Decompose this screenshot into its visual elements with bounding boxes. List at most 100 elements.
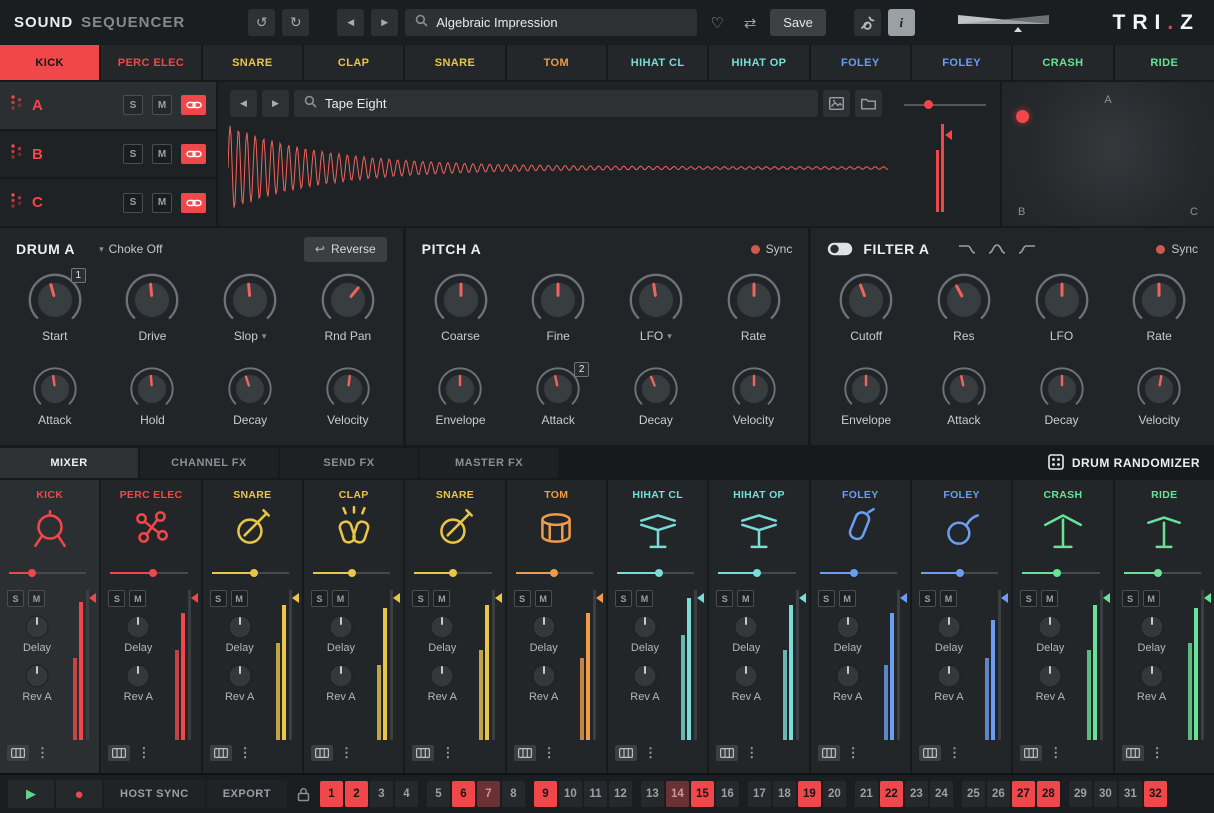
channel-menu-button[interactable]: ⋮ [1049, 745, 1062, 761]
keyboard-button[interactable] [514, 745, 536, 761]
slider-handle[interactable] [449, 569, 457, 577]
knob-drum-a-velocity[interactable]: Velocity [325, 366, 371, 444]
mute-button[interactable]: M [1041, 590, 1058, 607]
reverb-send-knob[interactable] [429, 663, 455, 689]
reverb-send-knob[interactable] [835, 663, 861, 689]
knob-filter-a-lfo[interactable]: LFO [1034, 272, 1090, 366]
lowpass-filter-icon[interactable] [958, 242, 976, 256]
channel-menu-button[interactable]: ⋮ [137, 745, 150, 761]
solo-button[interactable]: S [108, 590, 125, 607]
crossfade-slider[interactable] [956, 12, 1051, 34]
layer-row-b[interactable]: BSM [0, 131, 216, 178]
channel-menu-button[interactable]: ⋮ [543, 745, 556, 761]
delay-send-knob[interactable] [632, 614, 658, 640]
solo-button[interactable]: S [514, 590, 531, 607]
channel-volume-slider[interactable] [9, 568, 86, 577]
solo-button[interactable]: S [919, 590, 936, 607]
mute-button[interactable]: M [433, 590, 450, 607]
mute-button[interactable]: M [332, 590, 349, 607]
knob-drum-a-slop[interactable]: Slop▾ [222, 272, 278, 366]
record-button[interactable]: ● [56, 780, 102, 808]
solo-button[interactable]: S [7, 590, 24, 607]
step-9[interactable]: 9 [534, 781, 557, 807]
knob-filter-a-decay[interactable]: Decay [1039, 366, 1085, 444]
step-16[interactable]: 16 [716, 781, 739, 807]
delay-send-knob[interactable] [835, 614, 861, 640]
highpass-filter-icon[interactable] [1018, 242, 1036, 256]
knob-pitch-a-envelope[interactable]: Envelope [435, 366, 485, 444]
reverb-send-knob[interactable] [1037, 663, 1063, 689]
channel-volume-slider[interactable] [313, 568, 390, 577]
keyboard-button[interactable] [1122, 745, 1144, 761]
xy-morph-pad[interactable]: A B C [1002, 82, 1214, 226]
solo-button[interactable]: S [615, 590, 632, 607]
keyboard-button[interactable] [7, 745, 29, 761]
channel-volume-slider[interactable] [617, 568, 694, 577]
host-sync-button[interactable]: HOST SYNC [104, 780, 205, 808]
pad-tab-clap-4[interactable]: CLAP [304, 45, 403, 80]
knob-drum-a-drive[interactable]: Drive [124, 272, 180, 366]
pad-tab-hihat-cl-7[interactable]: HIHAT CL [608, 45, 707, 80]
slider-handle[interactable] [1053, 569, 1061, 577]
pad-tab-kick-1[interactable]: KICK [0, 45, 99, 80]
layer-row-c[interactable]: CSM [0, 179, 216, 226]
layer-mute-button[interactable]: M [152, 95, 172, 115]
layer-solo-button[interactable]: S [123, 95, 143, 115]
step-1[interactable]: 1 [320, 781, 343, 807]
level-marker[interactable] [945, 130, 952, 140]
step-27[interactable]: 27 [1012, 781, 1035, 807]
solo-button[interactable]: S [1122, 590, 1139, 607]
pan-marker[interactable] [596, 593, 603, 603]
layer-mute-button[interactable]: M [152, 193, 172, 213]
mute-button[interactable]: M [535, 590, 552, 607]
delay-send-knob[interactable] [227, 614, 253, 640]
knob-pitch-a-velocity[interactable]: Velocity [731, 366, 777, 444]
channel-menu-button[interactable]: ⋮ [644, 745, 657, 761]
pan-marker[interactable] [1103, 593, 1110, 603]
pad-tab-hihat-op-8[interactable]: HIHAT OP [709, 45, 808, 80]
step-23[interactable]: 23 [905, 781, 928, 807]
step-18[interactable]: 18 [773, 781, 796, 807]
step-6[interactable]: 6 [452, 781, 475, 807]
reverb-send-knob[interactable] [125, 663, 151, 689]
slider-handle[interactable] [149, 569, 157, 577]
knob-drum-a-hold[interactable]: Hold [129, 366, 175, 444]
delay-send-knob[interactable] [24, 614, 50, 640]
step-12[interactable]: 12 [609, 781, 632, 807]
fx-tab-send-fx[interactable]: SEND FX [280, 448, 418, 478]
pan-marker[interactable] [900, 593, 907, 603]
delay-send-knob[interactable] [936, 614, 962, 640]
pan-marker[interactable] [292, 593, 299, 603]
delay-send-knob[interactable] [531, 614, 557, 640]
pad-tab-tom-6[interactable]: TOM [507, 45, 606, 80]
knob-filter-a-attack[interactable]: Attack [941, 366, 987, 444]
solo-button[interactable]: S [412, 590, 429, 607]
step-7[interactable]: 7 [477, 781, 500, 807]
xy-cursor[interactable] [1016, 110, 1029, 123]
bandpass-filter-icon[interactable] [988, 242, 1006, 256]
step-13[interactable]: 13 [641, 781, 664, 807]
channel-volume-slider[interactable] [1124, 568, 1201, 577]
solo-button[interactable]: S [716, 590, 733, 607]
favorite-heart-button[interactable]: ♡ [704, 9, 730, 36]
mute-button[interactable]: M [28, 590, 45, 607]
slider-handle[interactable] [28, 569, 36, 577]
knob-drum-a-decay[interactable]: Decay [227, 366, 273, 444]
knob-pitch-a-decay[interactable]: Decay [633, 366, 679, 444]
mute-button[interactable]: M [129, 590, 146, 607]
solo-button[interactable]: S [1020, 590, 1037, 607]
step-4[interactable]: 4 [395, 781, 418, 807]
slider-handle[interactable] [850, 569, 858, 577]
pad-tab-perc-elec-2[interactable]: PERC ELEC [101, 45, 200, 80]
step-10[interactable]: 10 [559, 781, 582, 807]
filter-sync-toggle[interactable]: Sync [1156, 242, 1198, 256]
pan-marker[interactable] [697, 593, 704, 603]
knob-filter-a-rate[interactable]: Rate [1131, 272, 1187, 366]
step-14[interactable]: 14 [666, 781, 689, 807]
slider-handle[interactable] [924, 100, 933, 109]
reverb-send-knob[interactable] [24, 663, 50, 689]
pad-tab-foley-10[interactable]: FOLEY [912, 45, 1011, 80]
prev-sample-button[interactable]: ◀ [230, 90, 257, 117]
pan-marker[interactable] [1204, 593, 1211, 603]
next-preset-button[interactable]: ▶ [371, 9, 398, 36]
